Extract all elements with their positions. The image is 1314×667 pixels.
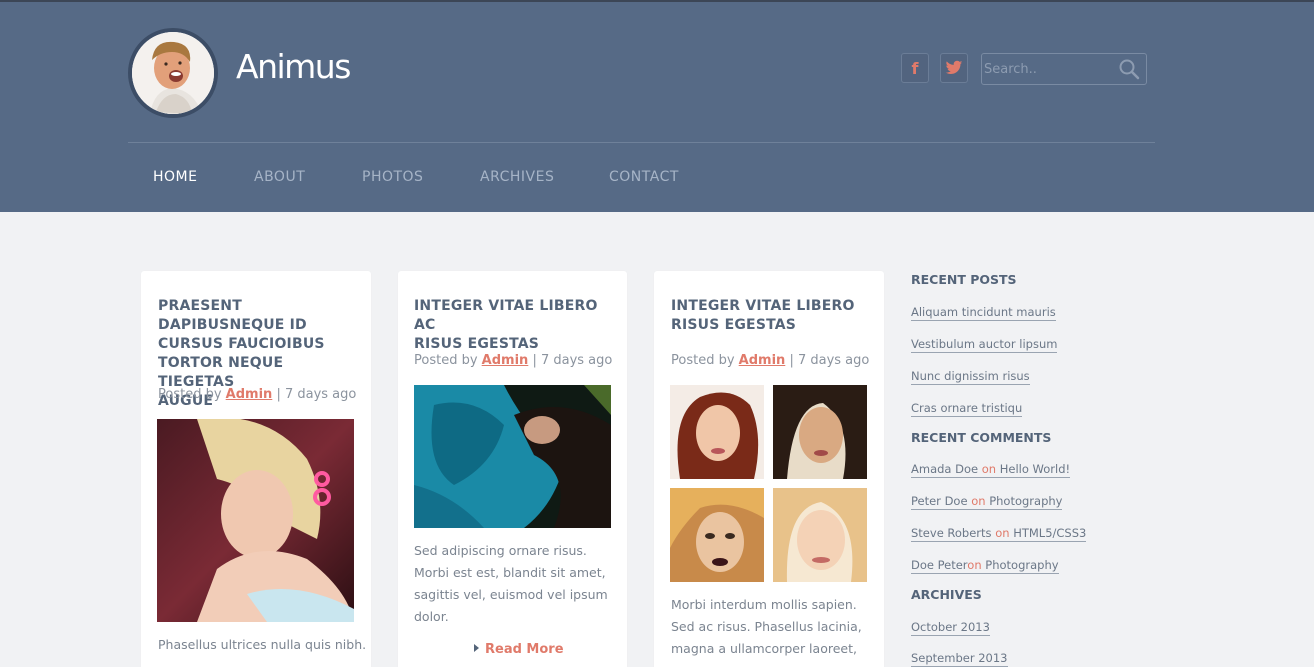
recent-post-link[interactable]: Vestibulum auctor lipsum: [911, 337, 1058, 353]
post-card: INTEGER VITAE LIBERO RISUS EGESTAS Poste…: [654, 271, 884, 667]
nav-item-home[interactable]: HOME: [153, 169, 197, 185]
read-more-link[interactable]: Read More: [474, 642, 564, 657]
post-excerpt: Morbi interdum mollis sapien. Sed ac ris…: [671, 597, 862, 656]
search-box: [981, 53, 1147, 85]
recent-comment-link[interactable]: Steve Roberts on HTML5/CSS3: [911, 526, 1087, 542]
post-title[interactable]: INTEGER VITAE LIBERO RISUS EGESTAS: [671, 297, 876, 335]
header-divider: [128, 142, 1155, 143]
recent-comment-link[interactable]: Peter Doe on Photography: [911, 494, 1063, 510]
search-input[interactable]: [984, 58, 1112, 80]
avatar-image: [132, 32, 214, 114]
nav-item-contact[interactable]: CONTACT: [609, 169, 679, 185]
post-image[interactable]: [414, 385, 611, 528]
recent-post-link[interactable]: Aliquam tincidunt mauris: [911, 305, 1056, 321]
gallery-image[interactable]: [670, 385, 764, 479]
author-link[interactable]: Admin: [226, 387, 273, 402]
recent-comment-link[interactable]: Amada Doe on Hello World!: [911, 462, 1071, 478]
arrow-right-icon: [474, 644, 479, 652]
facebook-button[interactable]: f: [901, 53, 929, 83]
post-meta: Posted by Admin | 7 days ago: [671, 353, 870, 368]
post-card: INTEGER VITAE LIBERO AC RISUS EGESTAS Po…: [398, 271, 627, 667]
twitter-icon: [945, 60, 963, 74]
archives-heading: ARCHIVES: [911, 587, 982, 602]
nav-item-photos[interactable]: PHOTOS: [362, 169, 423, 185]
recent-post-link[interactable]: Nunc dignissim risus: [911, 369, 1030, 385]
gallery-image[interactable]: [773, 488, 867, 582]
post-image[interactable]: [157, 419, 354, 622]
post-meta: Posted by Admin | 7 days ago: [414, 353, 613, 368]
recent-comment-link[interactable]: Doe Peteron Photography: [911, 558, 1059, 574]
author-link[interactable]: Admin: [739, 353, 786, 368]
avatar[interactable]: [128, 28, 218, 118]
gallery-image[interactable]: [670, 488, 764, 582]
post-excerpt: Sed adipiscing ornare risus. Morbi est e…: [414, 543, 608, 624]
recent-comments-heading: RECENT COMMENTS: [911, 430, 1052, 445]
facebook-icon: f: [911, 58, 919, 78]
gallery-image[interactable]: [773, 385, 867, 479]
nav-item-about[interactable]: ABOUT: [254, 169, 305, 185]
search-icon[interactable]: [1118, 58, 1140, 80]
recent-post-link[interactable]: Cras ornare tristiqu: [911, 401, 1023, 417]
twitter-button[interactable]: [940, 53, 968, 83]
site-header: Animus f HOME ABOUT PHOTOS ARCHIVES CONT…: [0, 2, 1314, 212]
archive-link[interactable]: October 2013: [911, 620, 990, 636]
author-link[interactable]: Admin: [482, 353, 529, 368]
recent-posts-heading: RECENT POSTS: [911, 272, 1017, 287]
archive-link[interactable]: September 2013: [911, 651, 1008, 667]
post-excerpt: Phasellus ultrices nulla quis nibh.: [158, 637, 367, 652]
nav-item-archives[interactable]: ARCHIVES: [480, 169, 554, 185]
post-card: PRAESENT DAPIBUSNEQUE ID CURSUS FAUCIOIB…: [141, 271, 371, 667]
post-title[interactable]: INTEGER VITAE LIBERO AC RISUS EGESTAS: [414, 297, 619, 354]
site-title[interactable]: Animus: [236, 47, 351, 86]
post-meta: Posted by Admin | 7 days ago: [158, 387, 357, 402]
